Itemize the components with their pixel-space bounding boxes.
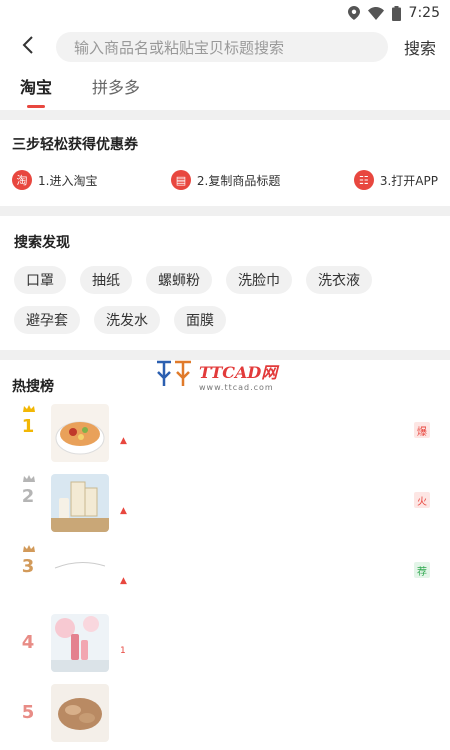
status-time: 7:25 <box>408 5 440 21</box>
crown-icon <box>22 474 36 486</box>
location-icon <box>347 6 360 20</box>
trend-up-icon: ▲ <box>120 436 127 446</box>
watermark-text: TTCAD网 <box>199 363 278 382</box>
step-label: 1.进入淘宝 <box>38 173 98 188</box>
chevron-left-icon <box>22 36 34 58</box>
keyword-chip[interactable]: 洗发水 <box>94 306 160 334</box>
discover-title: 搜索发现 <box>14 235 70 251</box>
step-3: ☷ 3.打开APP <box>353 170 438 190</box>
keyword-chip[interactable]: 避孕套 <box>14 306 80 334</box>
keyword-chip[interactable]: 螺蛳粉 <box>146 266 212 294</box>
tab-taobao[interactable]: 淘宝 <box>20 74 52 110</box>
product-thumbnail[interactable] <box>51 614 109 672</box>
platform-tabs: 淘宝 拼多多 <box>0 68 450 110</box>
hot-list: 1 ▲ 爆 2 ▲ 火 3 ▲ 荐 4 1 5 <box>12 404 438 750</box>
steps-section: 三步轻松获得优惠券 淘 1.进入淘宝 ▤ 2.复制商品标题 ☷ 3.打开APP <box>0 120 450 206</box>
discover-section: 搜索发现 口罩 抽纸 螺蛳粉 洗脸巾 洗衣液 避孕套 洗发水 面膜 <box>0 216 450 350</box>
product-thumbnail[interactable] <box>51 404 109 462</box>
product-thumbnail[interactable] <box>51 684 109 742</box>
hot-list-item[interactable]: 1 ▲ 爆 <box>12 404 438 474</box>
watermark-url: www.ttcad.com <box>199 383 274 392</box>
trend-up-icon: ▲ <box>120 506 127 516</box>
step-2: ▤ 2.复制商品标题 <box>170 170 281 190</box>
wifi-icon <box>367 6 384 20</box>
search-input[interactable]: 输入商品名或粘贴宝贝标题搜索 <box>56 32 388 62</box>
step-label: 2.复制商品标题 <box>196 173 281 188</box>
search-placeholder: 输入商品名或粘贴宝贝标题搜索 <box>74 38 285 57</box>
divider <box>0 110 450 120</box>
trend-value: 1 <box>120 646 126 656</box>
product-thumbnail[interactable] <box>51 474 109 532</box>
keyword-chip[interactable]: 洗衣液 <box>306 266 372 294</box>
crown-icon <box>22 544 36 556</box>
tab-pinduoduo[interactable]: 拼多多 <box>92 74 140 110</box>
watermark-logo-icon <box>155 358 193 393</box>
back-button[interactable] <box>14 33 42 61</box>
rank-number: 1 <box>21 416 35 437</box>
tab-indicator <box>27 105 45 108</box>
tab-label: 拼多多 <box>92 78 141 97</box>
top-bar: 输入商品名或粘贴宝贝标题搜索 搜索 <box>0 26 450 68</box>
taobao-icon: 淘 <box>12 170 32 190</box>
status-bar: 7:25 <box>0 0 450 26</box>
product-thumbnail[interactable] <box>51 544 109 602</box>
copy-icon: ▤ <box>170 170 191 190</box>
hot-tag-badge: 火 <box>414 492 430 508</box>
rank-number: 2 <box>21 486 35 507</box>
app-icon: ☷ <box>353 170 374 190</box>
watermark: TTCAD网 www.ttcad.com <box>155 358 277 393</box>
hot-list-item[interactable]: 2 ▲ 火 <box>12 474 438 544</box>
keyword-chip[interactable]: 洗脸巾 <box>226 266 292 294</box>
battery-icon <box>391 5 401 21</box>
step-1: 淘 1.进入淘宝 <box>12 170 97 190</box>
hot-search-section: 热搜榜 1 ▲ 爆 2 ▲ 火 3 ▲ 荐 4 1 5 <box>0 360 450 750</box>
hot-list-item[interactable]: 5 <box>12 684 438 750</box>
rank-number: 5 <box>21 702 35 723</box>
divider <box>0 206 450 216</box>
step-label: 3.打开APP <box>379 173 438 188</box>
keyword-chip[interactable]: 口罩 <box>14 266 66 294</box>
steps-title: 三步轻松获得优惠券 <box>12 137 138 153</box>
rank-number: 4 <box>21 632 35 653</box>
keyword-chip[interactable]: 抽纸 <box>80 266 132 294</box>
tab-label: 淘宝 <box>20 78 53 97</box>
keyword-chip[interactable]: 面膜 <box>174 306 226 334</box>
hot-tag-badge: 荐 <box>414 562 430 578</box>
hot-list-item[interactable]: 3 ▲ 荐 <box>12 544 438 614</box>
search-button[interactable]: 搜索 <box>404 35 436 59</box>
discover-chips: 口罩 抽纸 螺蛳粉 洗脸巾 洗衣液 避孕套 洗发水 面膜 <box>14 266 436 334</box>
hot-list-item[interactable]: 41 <box>12 614 438 684</box>
hot-tag-badge: 爆 <box>414 422 430 438</box>
trend-up-icon: ▲ <box>120 576 127 586</box>
rank-number: 3 <box>21 556 35 577</box>
crown-icon <box>22 404 36 416</box>
